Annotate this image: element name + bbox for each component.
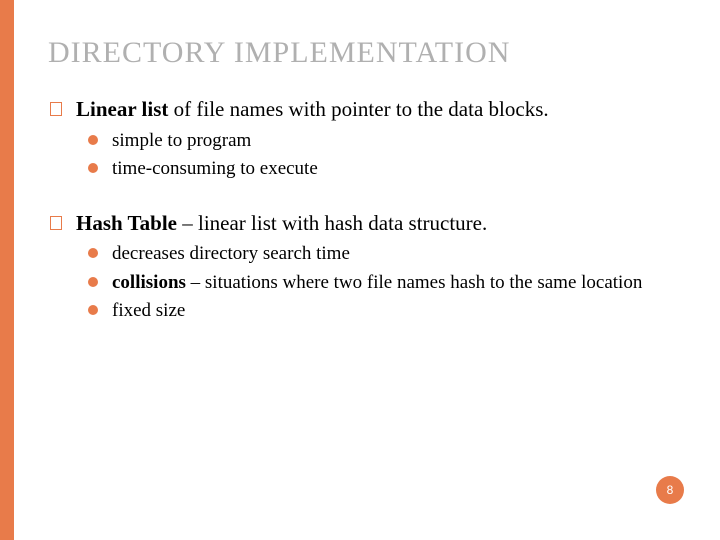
- page-number-badge: 8: [656, 476, 684, 504]
- lead-term: Hash Table: [76, 211, 177, 235]
- list-item: collisions – situations where two file n…: [112, 271, 664, 295]
- list-item: Linear list of file names with pointer t…: [76, 96, 664, 182]
- list-item: Hash Table – linear list with hash data …: [76, 210, 664, 324]
- spacer: [48, 188, 664, 210]
- slide-title: DIRECTORY IMPLEMENTATION: [48, 36, 664, 70]
- accent-bar: [0, 0, 14, 540]
- page-number: 8: [667, 483, 674, 497]
- item-text: of file names with pointer to the data b…: [168, 97, 548, 121]
- lead-term: Linear list: [76, 97, 168, 121]
- bullet-list-level1: Linear list of file names with pointer t…: [48, 96, 664, 182]
- bullet-list-level2: decreases directory search time collisio…: [76, 242, 664, 323]
- list-item: decreases directory search time: [112, 242, 664, 266]
- item-text: time-consuming to execute: [112, 158, 318, 179]
- list-item: fixed size: [112, 299, 664, 323]
- item-text: fixed size: [112, 300, 185, 321]
- body-content: Linear list of file names with pointer t…: [48, 96, 664, 323]
- lead-term: collisions: [112, 272, 186, 293]
- item-text: – linear list with hash data structure.: [177, 211, 487, 235]
- item-text: decreases directory search time: [112, 243, 350, 264]
- bullet-list-level2: simple to program time-consuming to exec…: [76, 129, 664, 182]
- list-item: time-consuming to execute: [112, 157, 664, 181]
- bullet-list-level1: Hash Table – linear list with hash data …: [48, 210, 664, 324]
- slide-content: DIRECTORY IMPLEMENTATION Linear list of …: [0, 0, 720, 365]
- item-text: – situations where two file names hash t…: [186, 272, 642, 293]
- item-text: simple to program: [112, 130, 251, 151]
- list-item: simple to program: [112, 129, 664, 153]
